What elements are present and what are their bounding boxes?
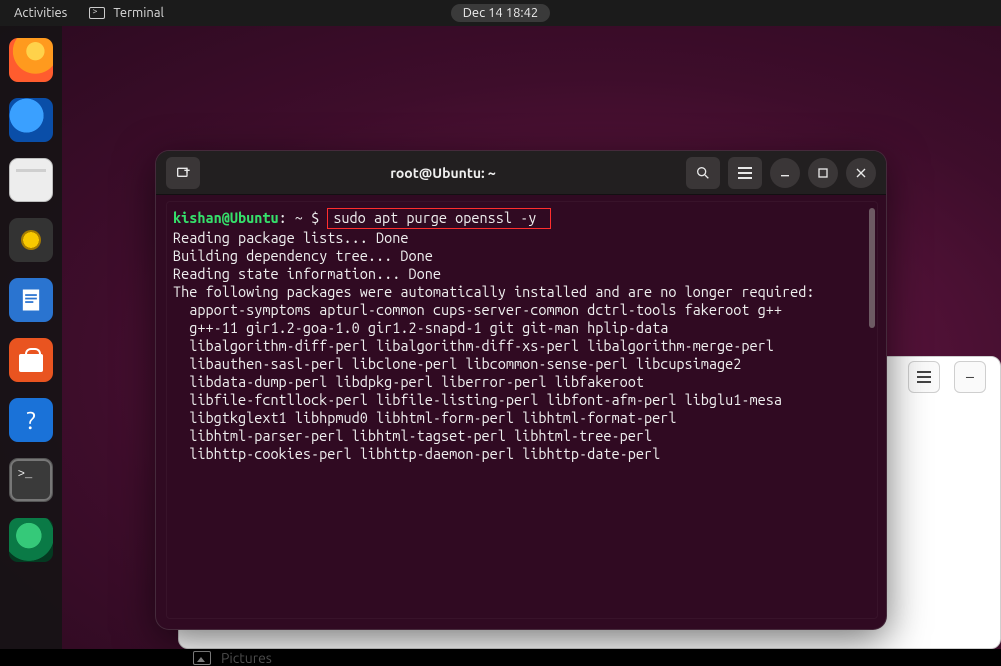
- clock[interactable]: Dec 14 18:42: [451, 4, 551, 22]
- dock-rhythmbox-icon[interactable]: [9, 218, 53, 262]
- search-button[interactable]: [686, 157, 720, 189]
- dock-help-icon[interactable]: ?: [9, 398, 53, 442]
- files-sidebar-label: Pictures: [221, 650, 272, 666]
- files-hamburger-menu-button[interactable]: [908, 361, 940, 393]
- terminal-titlebar[interactable]: root@Ubuntu: ~: [156, 151, 886, 195]
- minimize-button[interactable]: [770, 158, 800, 188]
- files-sidebar-item-pictures[interactable]: Pictures: [193, 650, 272, 666]
- terminal-window[interactable]: root@Ubuntu: ~ kishan@Ubuntu: ~ $ sudo a…: [155, 150, 887, 630]
- pictures-folder-icon: [193, 651, 211, 665]
- dock-thunderbird-icon[interactable]: [9, 98, 53, 142]
- top-panel: Activities Terminal Dec 14 18:42: [0, 0, 1001, 26]
- terminal-viewport[interactable]: kishan@Ubuntu: ~ $ sudo apt purge openss…: [166, 201, 878, 619]
- hamburger-menu-button[interactable]: [728, 157, 762, 189]
- close-button[interactable]: [846, 158, 876, 188]
- terminal-output[interactable]: kishan@Ubuntu: ~ $ sudo apt purge openss…: [173, 208, 871, 463]
- dock-libreoffice-writer-icon[interactable]: [9, 278, 53, 322]
- dock-firefox-icon[interactable]: [9, 38, 53, 82]
- dock-ubuntu-software-icon[interactable]: [9, 338, 53, 382]
- files-minimize-button[interactable]: –: [954, 361, 986, 393]
- terminal-title: root@Ubuntu: ~: [200, 165, 686, 181]
- maximize-button[interactable]: [808, 158, 838, 188]
- dock-files-icon[interactable]: [9, 158, 53, 202]
- new-tab-button[interactable]: [166, 157, 200, 189]
- dock: ? >_: [0, 26, 62, 649]
- terminal-scrollbar[interactable]: [869, 208, 875, 328]
- dock-terminal-icon[interactable]: >_: [9, 458, 53, 502]
- dock-web-globe-icon[interactable]: [9, 518, 53, 562]
